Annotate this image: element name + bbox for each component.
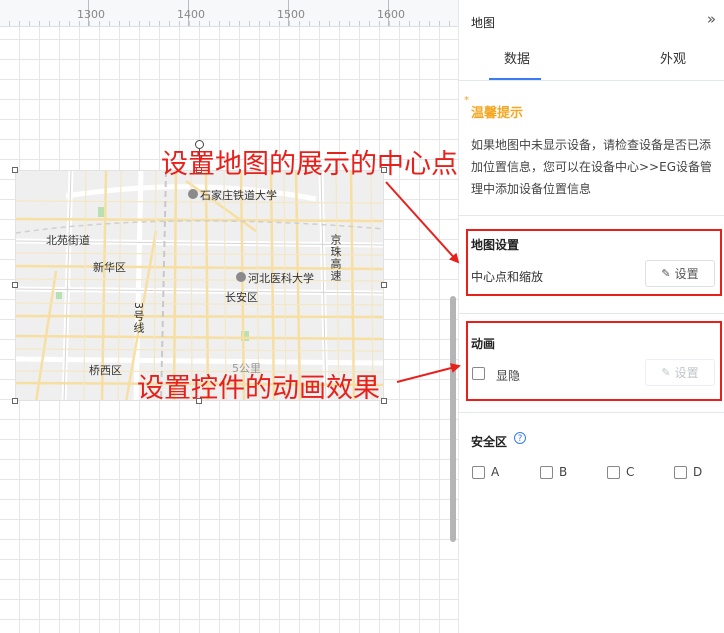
map-label-hebei-medical: 河北医科大学 — [248, 272, 314, 285]
resize-handle-tl[interactable] — [12, 167, 18, 173]
safe-zone-checkbox-d[interactable] — [674, 466, 687, 479]
annotation-animation: 设置控件的动画效果 — [137, 373, 380, 404]
safe-zone-checkbox-c[interactable] — [607, 466, 620, 479]
tab-appearance[interactable]: 外观 — [645, 40, 701, 80]
ruler-label: 1600 — [377, 8, 405, 21]
resize-handle-mr[interactable] — [381, 282, 387, 288]
tab-data[interactable]: 数据 — [489, 40, 545, 80]
divider — [459, 313, 724, 314]
map-label-railway-university: 石家庄铁道大学 — [200, 189, 277, 202]
canvas-scrollbar[interactable] — [450, 296, 456, 542]
safe-zone-label-d: D — [693, 465, 703, 479]
tips-body: 如果地图中未显示设备，请检查设备是否已添加位置信息，您可以在设备中心>>EG设备… — [471, 138, 712, 196]
safe-zone-checkbox-b[interactable] — [540, 466, 553, 479]
tips-title: 温馨提示 — [471, 106, 524, 121]
map-label-jingzhu: 京珠高速 — [329, 234, 342, 282]
map-label-xinhua: 新华区 — [93, 261, 126, 274]
highlight-map-settings — [466, 229, 722, 296]
ruler-label: 1400 — [177, 8, 205, 21]
double-chevron-right-icon[interactable]: » — [707, 10, 716, 28]
safe-zone-label-a: A — [491, 465, 500, 479]
rotate-handle[interactable] — [195, 140, 204, 149]
panel-tabs: 数据 外观 — [459, 40, 724, 81]
ruler-label: 1500 — [277, 8, 305, 21]
map-label-beiyuan: 北苑街道 — [46, 234, 90, 247]
highlight-animation — [466, 321, 722, 401]
safe-zone-label-c: C — [626, 465, 635, 479]
resize-handle-ml[interactable] — [12, 282, 18, 288]
tips-star: * — [464, 95, 469, 106]
design-canvas[interactable]: 1300 1400 1500 1600 石家庄铁道大学 北苑街道 新华区 河北医… — [0, 0, 458, 633]
resize-handle-br[interactable] — [381, 398, 387, 404]
safe-zone-checkbox-a[interactable] — [472, 466, 485, 479]
divider — [459, 215, 724, 216]
help-icon[interactable]: ? — [514, 432, 526, 444]
ruler-label: 1300 — [77, 8, 105, 21]
map-roads — [16, 171, 383, 400]
resize-handle-bl[interactable] — [12, 398, 18, 404]
map-widget[interactable]: 石家庄铁道大学 北苑街道 新华区 河北医科大学 长安区 3号线 京珠高速 桥西区… — [15, 170, 384, 401]
active-tab-indicator — [489, 78, 541, 80]
safe-zone-label-b: B — [559, 465, 568, 479]
panel-title: 地图 — [471, 16, 496, 30]
map-label-qiaoxi: 桥西区 — [89, 364, 122, 377]
properties-panel: 地图 » 数据 外观 * 温馨提示 如果地图中未显示设备，请检查设备是否已添加位… — [458, 0, 724, 633]
map-label-changan: 长安区 — [225, 291, 258, 304]
horizontal-ruler: 1300 1400 1500 1600 — [0, 0, 458, 27]
annotation-center-point: 设置地图的展示的中心点 — [161, 149, 458, 180]
map-label-line3: 3号线 — [132, 302, 145, 334]
divider — [459, 412, 724, 413]
safe-zone-title: 安全区 — [471, 435, 508, 449]
